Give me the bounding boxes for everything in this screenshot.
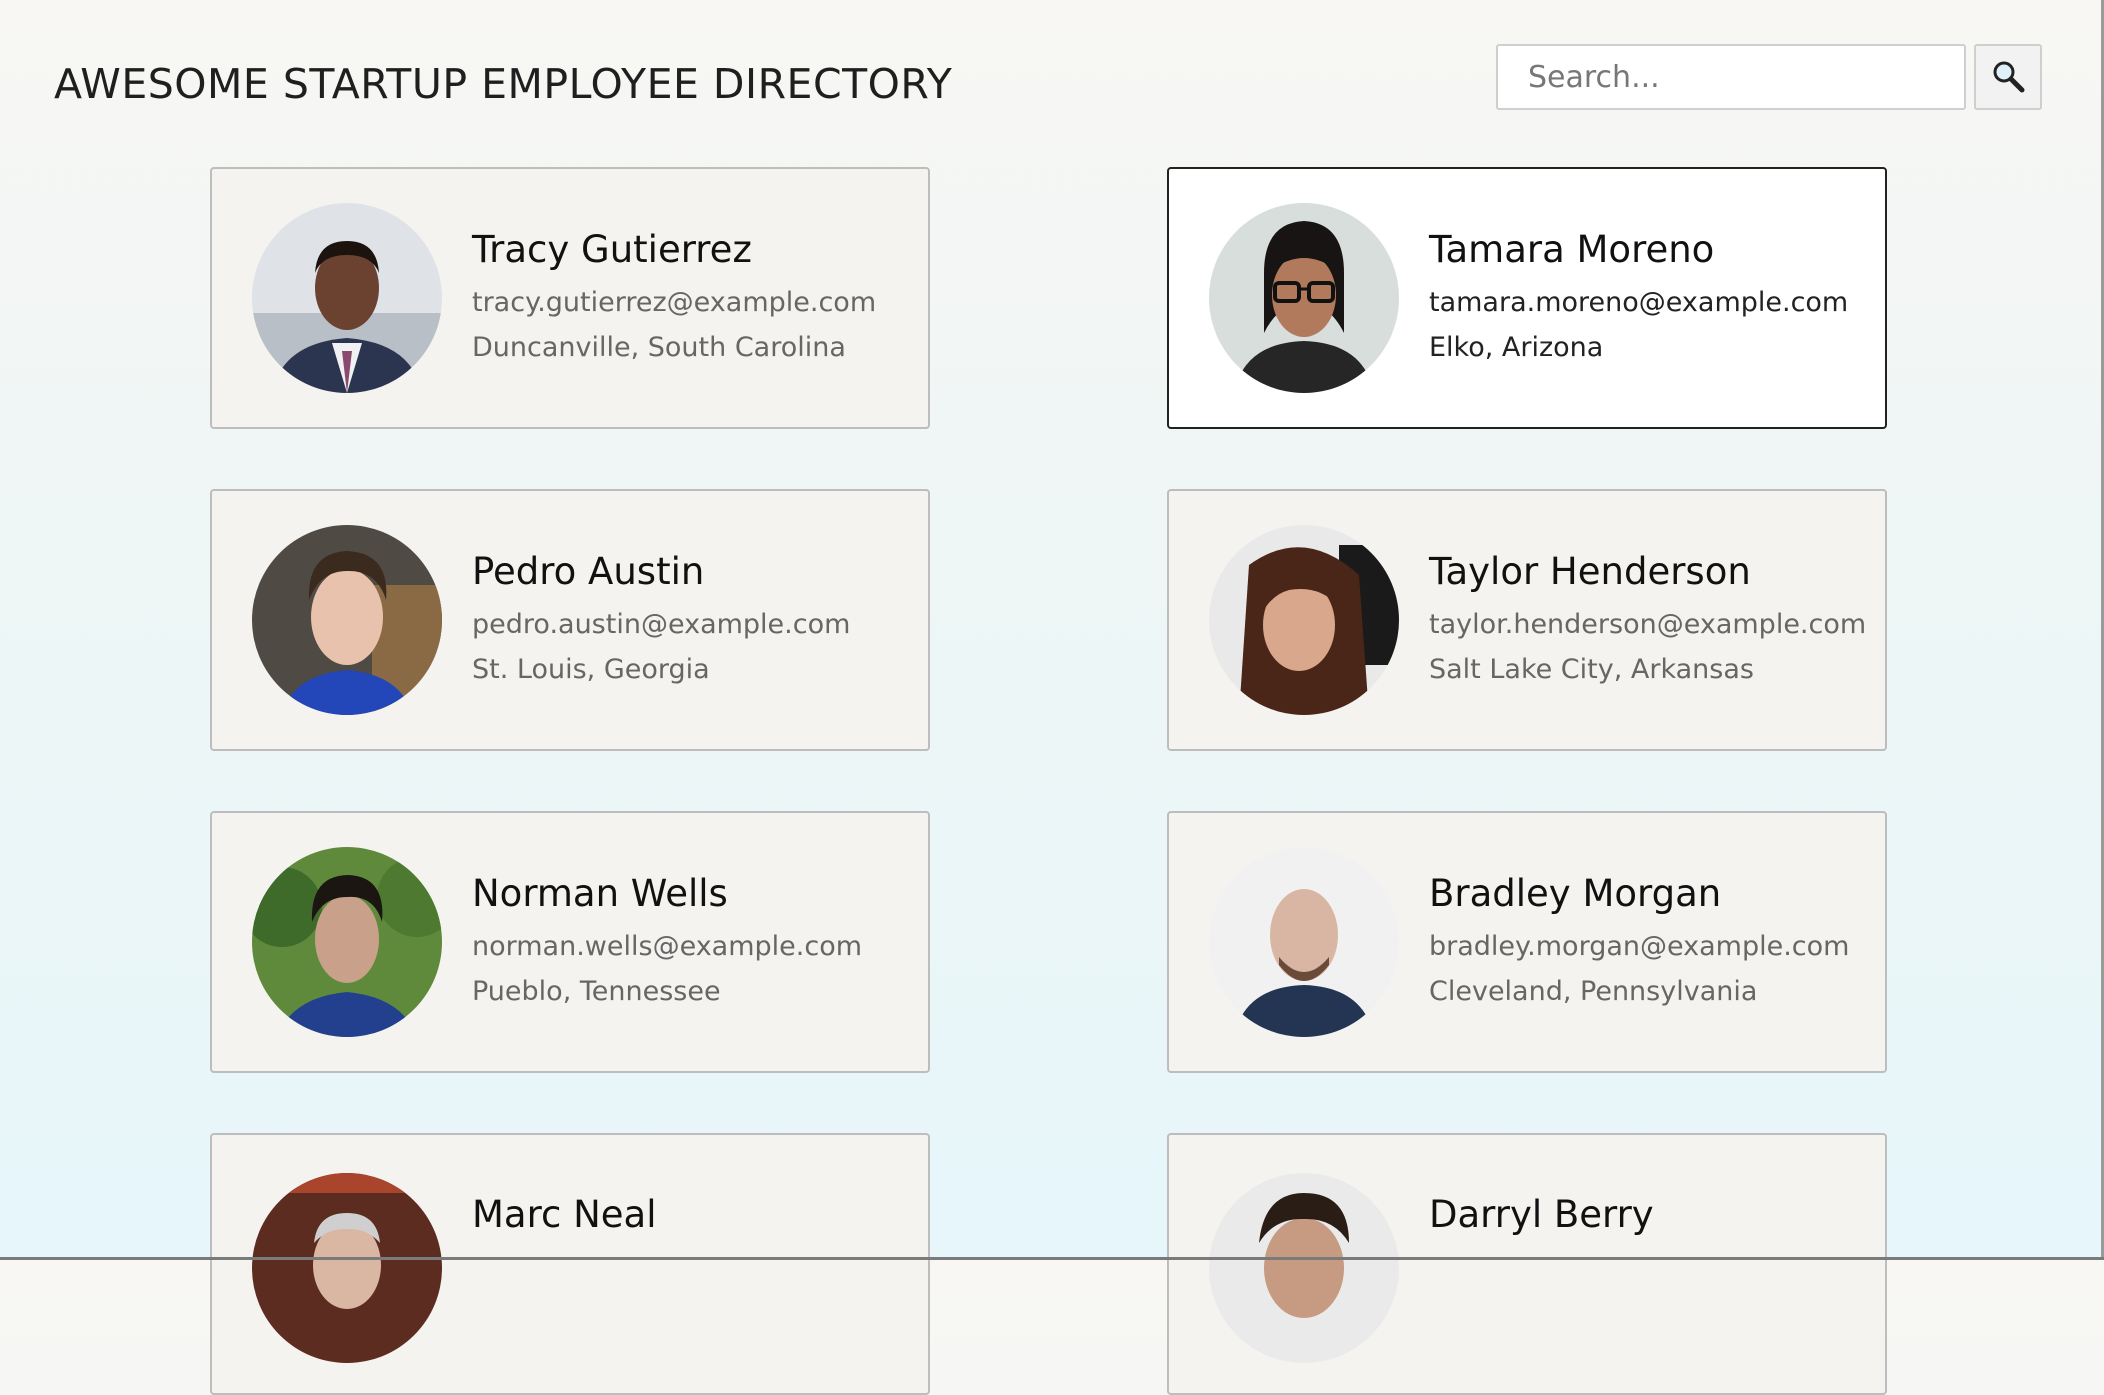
employee-info: Darryl Berry: [1429, 1193, 1654, 1252]
employee-card[interactable]: Bradley Morgan bradley.morgan@example.co…: [1167, 811, 1887, 1073]
employee-email: tamara.moreno@example.com: [1429, 286, 1849, 318]
employee-card[interactable]: Taylor Henderson taylor.henderson@exampl…: [1167, 489, 1887, 751]
search-button[interactable]: [1974, 44, 2042, 110]
avatar: [1209, 525, 1399, 715]
employee-info: Pedro Austin pedro.austin@example.com St…: [472, 550, 850, 685]
employee-name: Pedro Austin: [472, 549, 705, 593]
employee-card[interactable]: Pedro Austin pedro.austin@example.com St…: [210, 489, 930, 751]
magnifier-icon: [1991, 59, 2025, 96]
avatar: [1209, 1173, 1399, 1363]
employee-card[interactable]: Tamara Moreno tamara.moreno@example.com …: [1167, 167, 1887, 429]
avatar: [1209, 203, 1399, 393]
employee-info: Tamara Moreno tamara.moreno@example.com …: [1429, 228, 1848, 363]
employee-location: Pueblo, Tennessee: [472, 975, 721, 1007]
avatar: [1209, 847, 1399, 1037]
employee-name: Darryl Berry: [1429, 1193, 1654, 1236]
avatar: [252, 203, 442, 393]
employee-email: norman.wells@example.com: [472, 930, 863, 962]
employee-info: Marc Neal: [472, 1193, 657, 1252]
search-input[interactable]: [1496, 44, 1966, 110]
employee-name: Tamara Moreno: [1429, 227, 1715, 271]
avatar: [252, 847, 442, 1037]
employee-location: Duncanville, South Carolina: [472, 331, 846, 363]
employee-name: Bradley Morgan: [1429, 871, 1722, 915]
employee-email: taylor.henderson@example.com: [1429, 608, 1867, 640]
avatar: [252, 525, 442, 715]
avatar: [252, 1173, 442, 1363]
employee-location: Salt Lake City, Arkansas: [1429, 653, 1754, 685]
employee-card[interactable]: Norman Wells norman.wells@example.com Pu…: [210, 811, 930, 1073]
employee-name: Marc Neal: [472, 1193, 657, 1236]
employee-info: Tracy Gutierrez tracy.gutierrez@example.…: [472, 228, 876, 363]
employee-email: tracy.gutierrez@example.com: [472, 286, 877, 318]
employee-card[interactable]: Tracy Gutierrez tracy.gutierrez@example.…: [210, 167, 930, 429]
employee-card[interactable]: Marc Neal: [210, 1133, 930, 1395]
employee-location: Cleveland, Pennsylvania: [1429, 975, 1758, 1007]
employee-card[interactable]: Darryl Berry: [1167, 1133, 1887, 1395]
employee-info: Norman Wells norman.wells@example.com Pu…: [472, 872, 862, 1007]
employee-location: Elko, Arizona: [1429, 331, 1604, 363]
employee-location: St. Louis, Georgia: [472, 653, 710, 685]
page-title: AWESOME STARTUP EMPLOYEE DIRECTORY: [54, 60, 953, 108]
employee-email: pedro.austin@example.com: [472, 608, 851, 640]
employee-email: bradley.morgan@example.com: [1429, 930, 1850, 962]
employee-name: Norman Wells: [472, 871, 728, 915]
employee-name: Taylor Henderson: [1429, 549, 1751, 593]
search-bar: [1496, 44, 2042, 110]
employee-name: Tracy Gutierrez: [472, 227, 752, 271]
employee-info: Taylor Henderson taylor.henderson@exampl…: [1429, 550, 1866, 685]
employee-info: Bradley Morgan bradley.morgan@example.co…: [1429, 872, 1849, 1007]
